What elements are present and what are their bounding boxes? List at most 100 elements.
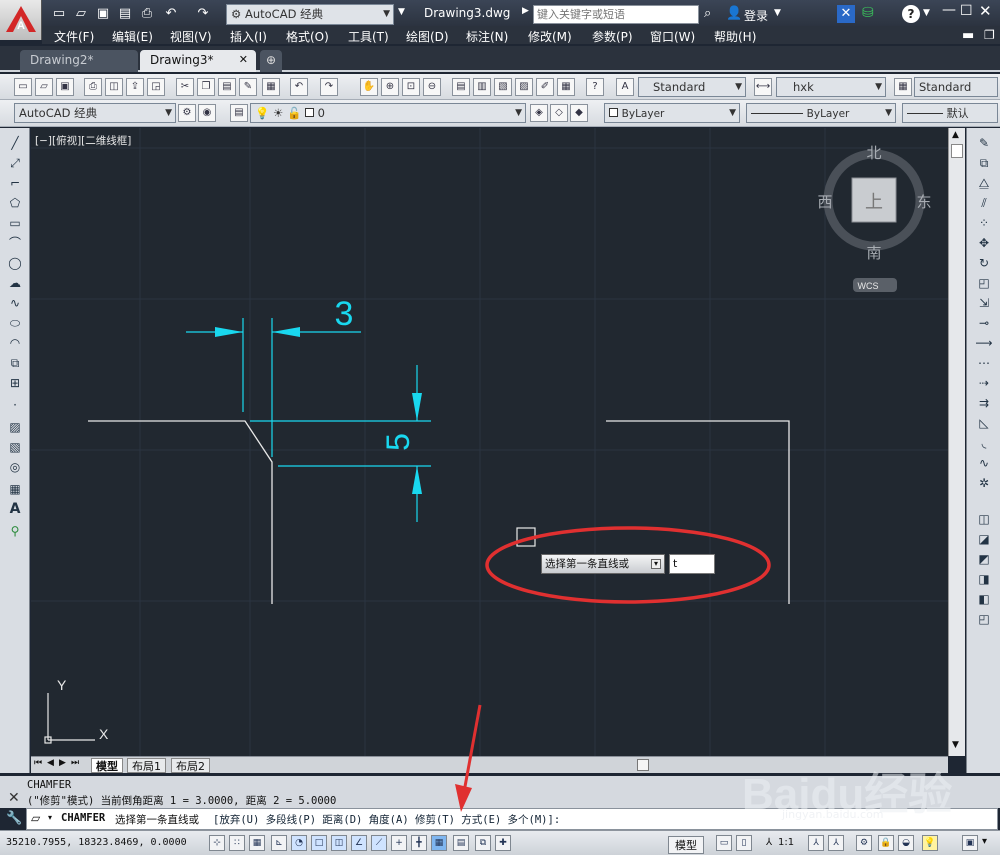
zoom-realtime-icon[interactable]: ⊕ <box>381 78 399 96</box>
last-layout-icon[interactable]: ⏭ <box>71 758 79 768</box>
break-at-point-icon[interactable]: ⋯ <box>975 354 993 372</box>
lock-ui-icon[interactable]: 🔒 <box>878 835 894 851</box>
close-tab-icon[interactable]: ✕ <box>239 53 248 66</box>
break-icon[interactable]: ⇢ <box>975 374 993 392</box>
open-icon[interactable]: ▱ <box>35 78 53 96</box>
dynamic-input-icon[interactable]: + <box>391 835 407 851</box>
3d-object-snap-icon[interactable]: ◫ <box>331 835 347 851</box>
annotation-monitor-icon[interactable]: ✚ <box>495 835 511 851</box>
layer-combo[interactable]: 💡 ☀ 🔓 0 ▼ <box>250 103 526 123</box>
previous-layout-icon[interactable]: ◀ <box>47 758 54 768</box>
help-dropdown-icon[interactable]: ▼ <box>923 8 930 18</box>
rotate-icon[interactable]: ↻ <box>975 254 993 272</box>
text-style-icon[interactable]: A <box>616 78 634 96</box>
lineweight-icon[interactable]: ╋ <box>411 835 427 851</box>
hatch-icon[interactable]: ▨ <box>6 418 24 436</box>
construction-line-icon[interactable]: ⤢ <box>6 154 24 172</box>
transparency-icon[interactable]: ▦ <box>431 835 447 851</box>
login-dropdown-icon[interactable]: ▼ <box>774 8 781 18</box>
fillet-icon[interactable]: ◟ <box>975 434 993 452</box>
dynamic-input-field[interactable]: t <box>669 554 715 574</box>
make-current-layer-icon[interactable]: ◈ <box>530 104 548 122</box>
customize-icon[interactable]: 🔧 <box>6 811 22 826</box>
help-icon[interactable]: ? <box>902 5 920 23</box>
horizontal-dimension[interactable] <box>186 318 361 457</box>
linetype-combo[interactable]: ByLayer ▼ <box>746 103 896 123</box>
spline-icon[interactable]: ∿ <box>6 294 24 312</box>
exchange-icon[interactable]: ✕ <box>837 5 855 23</box>
doc-restore-icon[interactable]: ❐ <box>984 28 995 42</box>
menu-edit[interactable]: 编辑(E) <box>112 28 153 45</box>
workspace-settings-icon[interactable]: ⚙ <box>178 104 196 122</box>
revision-cloud-icon[interactable]: ☁ <box>6 274 24 292</box>
app-store-icon[interactable]: ⛁ <box>862 5 874 21</box>
zoom-previous-icon[interactable]: ⊖ <box>423 78 441 96</box>
file-tab-drawing3[interactable]: Drawing3* ✕ <box>140 50 256 72</box>
layer-previous-icon[interactable]: ◇ <box>550 104 568 122</box>
blend-curves-icon[interactable]: ∿ <box>975 454 993 472</box>
menu-help[interactable]: 帮助(H) <box>714 28 756 45</box>
coordinates-readout[interactable]: 35210.7955, 18323.8469, 0.0000 <box>6 837 187 848</box>
polar-icon[interactable]: ◔ <box>291 835 307 851</box>
recent-commands-dropdown-icon[interactable]: ▾ <box>48 813 52 822</box>
mirror-icon[interactable]: ⧋ <box>975 174 993 192</box>
color-combo[interactable]: ByLayer ▼ <box>604 103 740 123</box>
scroll-thumb[interactable] <box>951 144 963 158</box>
extend-icon[interactable]: ⟶ <box>975 334 993 352</box>
minimize-window-icon[interactable]: — <box>942 2 956 18</box>
print-icon[interactable]: ⎙ <box>84 78 102 96</box>
model-space-button[interactable]: 模型 <box>668 836 704 854</box>
text-style-combo[interactable]: Standard ▼ <box>638 77 746 97</box>
object-snap-icon[interactable]: □ <box>311 835 327 851</box>
chamfer-icon[interactable]: ◺ <box>975 414 993 432</box>
viewcube-south[interactable]: 南 <box>866 244 881 262</box>
hardware-acceleration-icon[interactable]: ◒ <box>898 835 914 851</box>
login-link[interactable]: 登录 <box>744 7 768 24</box>
text-to-front-icon[interactable]: ◧ <box>975 590 993 608</box>
search-input[interactable] <box>533 5 699 24</box>
command-line[interactable]: ▱ ▾ CHAMFER 选择第一条直线或 [放弃(U) 多段线(P) 距离(D)… <box>26 808 998 830</box>
region-icon[interactable]: ◎ <box>6 458 24 476</box>
dimension-style-combo[interactable]: hxk ▼ <box>776 77 886 97</box>
trim-icon[interactable]: ⊸ <box>975 314 993 332</box>
help-icon[interactable]: ? <box>586 78 604 96</box>
dimension-style-icon[interactable]: ⟷ <box>754 78 772 96</box>
command-options[interactable]: [放弃(U) 多段线(P) 距离(D) 角度(A) 修剪(T) 方式(E) 多个… <box>213 812 560 827</box>
menu-format[interactable]: 格式(O) <box>286 28 329 45</box>
clean-screen-icon[interactable]: ▣ <box>962 835 978 851</box>
layer-properties-icon[interactable]: ▤ <box>230 104 248 122</box>
scroll-up-icon[interactable]: ▲ <box>952 130 959 140</box>
scale-icon[interactable]: ◰ <box>975 274 993 292</box>
bring-above-icon[interactable]: ◩ <box>975 550 993 568</box>
open-file-icon[interactable]: ▱ <box>72 5 90 23</box>
maximize-window-icon[interactable]: ☐ <box>960 3 973 19</box>
viewcube-north[interactable]: 北 <box>866 144 881 162</box>
menu-insert[interactable]: 插入(I) <box>230 28 267 45</box>
workspace-switch-combo[interactable]: ⚙ AutoCAD 经典 ▼ <box>226 4 394 25</box>
block-editor-icon[interactable]: ▦ <box>262 78 280 96</box>
first-layout-icon[interactable]: ⏮ <box>34 758 42 768</box>
menu-draw[interactable]: 绘图(D) <box>406 28 449 45</box>
lineweight-combo[interactable]: 默认 <box>902 103 998 123</box>
save-as-icon[interactable]: ▤ <box>116 5 134 23</box>
workspace-switching-icon[interactable]: ⚙ <box>856 835 872 851</box>
insert-block-icon[interactable]: ⧉ <box>6 354 24 372</box>
polygon-icon[interactable]: ⬠ <box>6 194 24 212</box>
ellipse-arc-icon[interactable]: ◠ <box>6 334 24 352</box>
menu-view[interactable]: 视图(V) <box>170 28 212 45</box>
close-window-icon[interactable]: ✕ <box>979 2 992 20</box>
viewcube-west[interactable]: 西 <box>817 193 832 211</box>
explode-icon[interactable]: ✲ <box>975 474 993 492</box>
menu-window[interactable]: 窗口(W) <box>650 28 695 45</box>
make-block-icon[interactable]: ⊞ <box>6 374 24 392</box>
layer-state-icon[interactable]: ◆ <box>570 104 588 122</box>
save-icon[interactable]: ▣ <box>94 5 112 23</box>
zoom-window-icon[interactable]: ⊡ <box>402 78 420 96</box>
design-center-icon[interactable]: ▥ <box>473 78 491 96</box>
offset-icon[interactable]: ⫽ <box>975 194 993 212</box>
markup-icon[interactable]: ✐ <box>536 78 554 96</box>
properties-icon[interactable]: ▤ <box>452 78 470 96</box>
join-icon[interactable]: ⇉ <box>975 394 993 412</box>
new-icon[interactable]: ▭ <box>14 78 32 96</box>
application-menu-button[interactable]: A <box>0 0 42 40</box>
